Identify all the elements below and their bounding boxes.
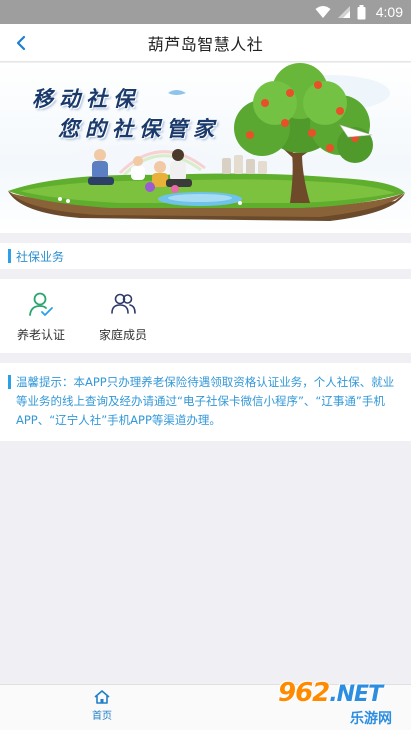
nav-home-label: 首页 (92, 711, 112, 722)
service-grid: 养老认证 家庭成员 (0, 279, 411, 353)
wifi-icon (315, 6, 331, 18)
signal-icon (337, 6, 350, 18)
service-pension-auth[interactable]: 养老认证 (0, 279, 82, 353)
battery-icon (357, 4, 366, 19)
back-button[interactable] (10, 32, 32, 54)
service-family-members[interactable]: 家庭成员 (82, 279, 164, 353)
page-title: 葫芦岛智慧人社 (147, 34, 264, 54)
family-icon (111, 293, 136, 314)
section-title: 社保业务 (16, 249, 65, 264)
app-header: 葫芦岛智慧人社 (0, 24, 411, 62)
notice-panel: 温馨提示：本APP只办理养老保险待遇领取资格认证业务，个人社保、就业等业务的线上… (0, 363, 411, 441)
notice-accent-bar (8, 375, 11, 389)
service-label: 养老认证 (16, 327, 65, 342)
banner-image: 移动社保 您的社保管家 (0, 63, 411, 233)
chevron-left-icon (16, 35, 26, 51)
user-check-icon (29, 292, 53, 316)
section-accent-bar (8, 249, 11, 263)
bottom-nav: 首页 (0, 684, 411, 730)
service-label: 家庭成员 (98, 327, 147, 342)
status-time: 4:09 (375, 4, 403, 20)
banner-subtitle: 您的社保管家 (58, 116, 220, 141)
banner-title: 移动社保 (32, 86, 140, 111)
home-icon (94, 690, 110, 704)
status-bar: 4:09 (0, 0, 411, 24)
section-header: 社保业务 (0, 243, 411, 269)
nav-home[interactable]: 首页 (78, 689, 126, 727)
notice-text: 温馨提示：本APP只办理养老保险待遇领取资格认证业务，个人社保、就业等业务的线上… (16, 375, 395, 427)
